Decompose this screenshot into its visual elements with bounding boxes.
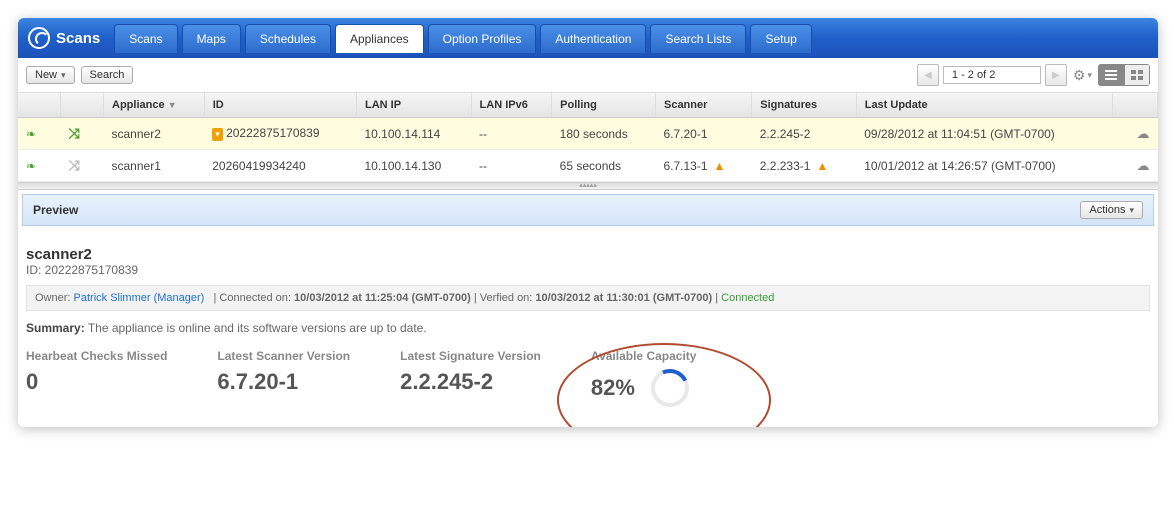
- appliances-table: Appliance ▼ ID LAN IP LAN IPv6 Polling S…: [18, 93, 1158, 182]
- grid-view-button[interactable]: [1124, 64, 1150, 86]
- stats-row: Hearbeat Checks Missed 0 Latest Scanner …: [26, 349, 1150, 407]
- cell-lanip: 10.100.14.114: [357, 118, 472, 150]
- status-badge: Connected: [721, 292, 774, 304]
- cell-scanner: 6.7.20-1: [655, 118, 751, 150]
- stat-capacity: Available Capacity 82%: [591, 349, 697, 407]
- settings-menu[interactable]: ⚙ ▾: [1073, 67, 1092, 84]
- cell-id: 20260419934240: [204, 150, 356, 182]
- table-row[interactable]: ❧⤨scanner12026041993424010.100.14.130--6…: [18, 150, 1158, 182]
- table-row[interactable]: ❧ ⤨ scanner2▾ 2022287517083910.100.14.114-…: [18, 118, 1158, 150]
- warning-icon: ▲: [816, 159, 828, 173]
- cell-id: ▾ 20222875170839: [204, 118, 356, 150]
- cell-scanner: 6.7.13-1▲: [655, 150, 751, 182]
- preview-header: Preview Actions ▾: [22, 194, 1154, 226]
- link-icon: ⤨: [69, 157, 80, 173]
- preview-title: Preview: [33, 203, 78, 217]
- new-label: New: [35, 69, 57, 81]
- col-lastupdate[interactable]: Last Update: [856, 93, 1112, 118]
- tab-search-lists[interactable]: Search Lists: [650, 24, 746, 53]
- cloud-icon[interactable]: ☁: [1137, 126, 1150, 142]
- col-signatures[interactable]: Signatures: [752, 93, 856, 118]
- grid-icon: [1131, 70, 1143, 80]
- dropdown-icon[interactable]: ▾: [212, 128, 223, 141]
- appliance-name: scanner2: [26, 246, 1150, 263]
- chevron-down-icon: ▾: [61, 70, 66, 81]
- stat-signature-version: Latest Signature Version 2.2.245-2: [400, 349, 541, 395]
- col-polling[interactable]: Polling: [552, 93, 656, 118]
- col-appliance[interactable]: Appliance ▼: [104, 93, 205, 118]
- search-label: Search: [90, 69, 125, 81]
- tab-schedules[interactable]: Schedules: [245, 24, 331, 53]
- warning-icon: ▲: [714, 159, 726, 173]
- gear-icon: ⚙: [1073, 67, 1086, 84]
- cell-lastupdate: 09/28/2012 at 11:04:51 (GMT-0700): [856, 118, 1112, 150]
- col-id[interactable]: ID: [204, 93, 356, 118]
- appliance-id: ID: 20222875170839: [26, 263, 1150, 277]
- cell-lanipv6: --: [471, 150, 552, 182]
- summary-line: Summary: The appliance is online and its…: [26, 321, 1150, 335]
- cell-lastupdate: 10/01/2012 at 14:26:57 (GMT-0700): [856, 150, 1112, 182]
- top-nav: Scans ScansMapsSchedulesAppliancesOption…: [18, 18, 1158, 58]
- actions-button[interactable]: Actions ▾: [1080, 201, 1143, 219]
- cloud-icon[interactable]: ☁: [1137, 158, 1150, 174]
- link-icon: ⤨: [69, 125, 80, 141]
- table-header-row: Appliance ▼ ID LAN IP LAN IPv6 Polling S…: [18, 93, 1158, 118]
- cell-polling: 65 seconds: [552, 150, 656, 182]
- leaf-icon: ❧: [26, 127, 36, 141]
- brand: Scans: [28, 27, 100, 49]
- col-scanner[interactable]: Scanner: [655, 93, 751, 118]
- meta-row: Owner: Patrick Slimmer (Manager) | Conne…: [26, 285, 1150, 311]
- toolbar: New ▾ Search ◀ 1 - 2 of 2 ▶ ⚙ ▾: [18, 58, 1158, 93]
- list-icon: [1105, 70, 1117, 80]
- cell-lanip: 10.100.14.130: [357, 150, 472, 182]
- search-button[interactable]: Search: [81, 66, 134, 84]
- brand-label: Scans: [56, 30, 100, 47]
- page-info: 1 - 2 of 2: [943, 66, 1041, 84]
- stat-scanner-version: Latest Scanner Version 6.7.20-1: [217, 349, 350, 395]
- tab-appliances[interactable]: Appliances: [335, 24, 424, 53]
- actions-label: Actions: [1089, 204, 1125, 216]
- cell-polling: 180 seconds: [552, 118, 656, 150]
- tab-setup[interactable]: Setup: [750, 24, 811, 53]
- leaf-icon: ❧: [26, 159, 36, 173]
- tab-scans[interactable]: Scans: [114, 24, 177, 53]
- chevron-down-icon: ▾: [1087, 70, 1092, 81]
- page-next-button[interactable]: ▶: [1045, 64, 1067, 86]
- stat-heartbeat: Hearbeat Checks Missed 0: [26, 349, 167, 395]
- cell-appliance: scanner2: [104, 118, 205, 150]
- tab-option-profiles[interactable]: Option Profiles: [428, 24, 537, 53]
- owner-link[interactable]: Patrick Slimmer (Manager): [74, 292, 205, 304]
- capacity-spinner-icon: [646, 364, 695, 413]
- app-window: Scans ScansMapsSchedulesAppliancesOption…: [18, 18, 1158, 427]
- page-prev-button[interactable]: ◀: [917, 64, 939, 86]
- col-lanipv6[interactable]: LAN IPv6: [471, 93, 552, 118]
- preview-detail: scanner2 ID: 20222875170839 Owner: Patri…: [18, 230, 1158, 427]
- new-button[interactable]: New ▾: [26, 66, 75, 84]
- cell-signatures: 2.2.245-2: [752, 118, 856, 150]
- chevron-down-icon: ▾: [1129, 205, 1134, 216]
- cell-appliance: scanner1: [104, 150, 205, 182]
- brand-icon: [28, 27, 50, 49]
- col-lanip[interactable]: LAN IP: [357, 93, 472, 118]
- list-view-button[interactable]: [1098, 64, 1124, 86]
- nav-tabs: ScansMapsSchedulesAppliancesOption Profi…: [114, 24, 812, 53]
- tab-authentication[interactable]: Authentication: [540, 24, 646, 53]
- cell-lanipv6: --: [471, 118, 552, 150]
- view-toggle: [1098, 64, 1150, 86]
- splitter-handle[interactable]: ▴▴▴▴▴: [18, 182, 1158, 190]
- pager: ◀ 1 - 2 of 2 ▶: [917, 64, 1067, 86]
- cell-signatures: 2.2.233-1▲: [752, 150, 856, 182]
- tab-maps[interactable]: Maps: [182, 24, 241, 53]
